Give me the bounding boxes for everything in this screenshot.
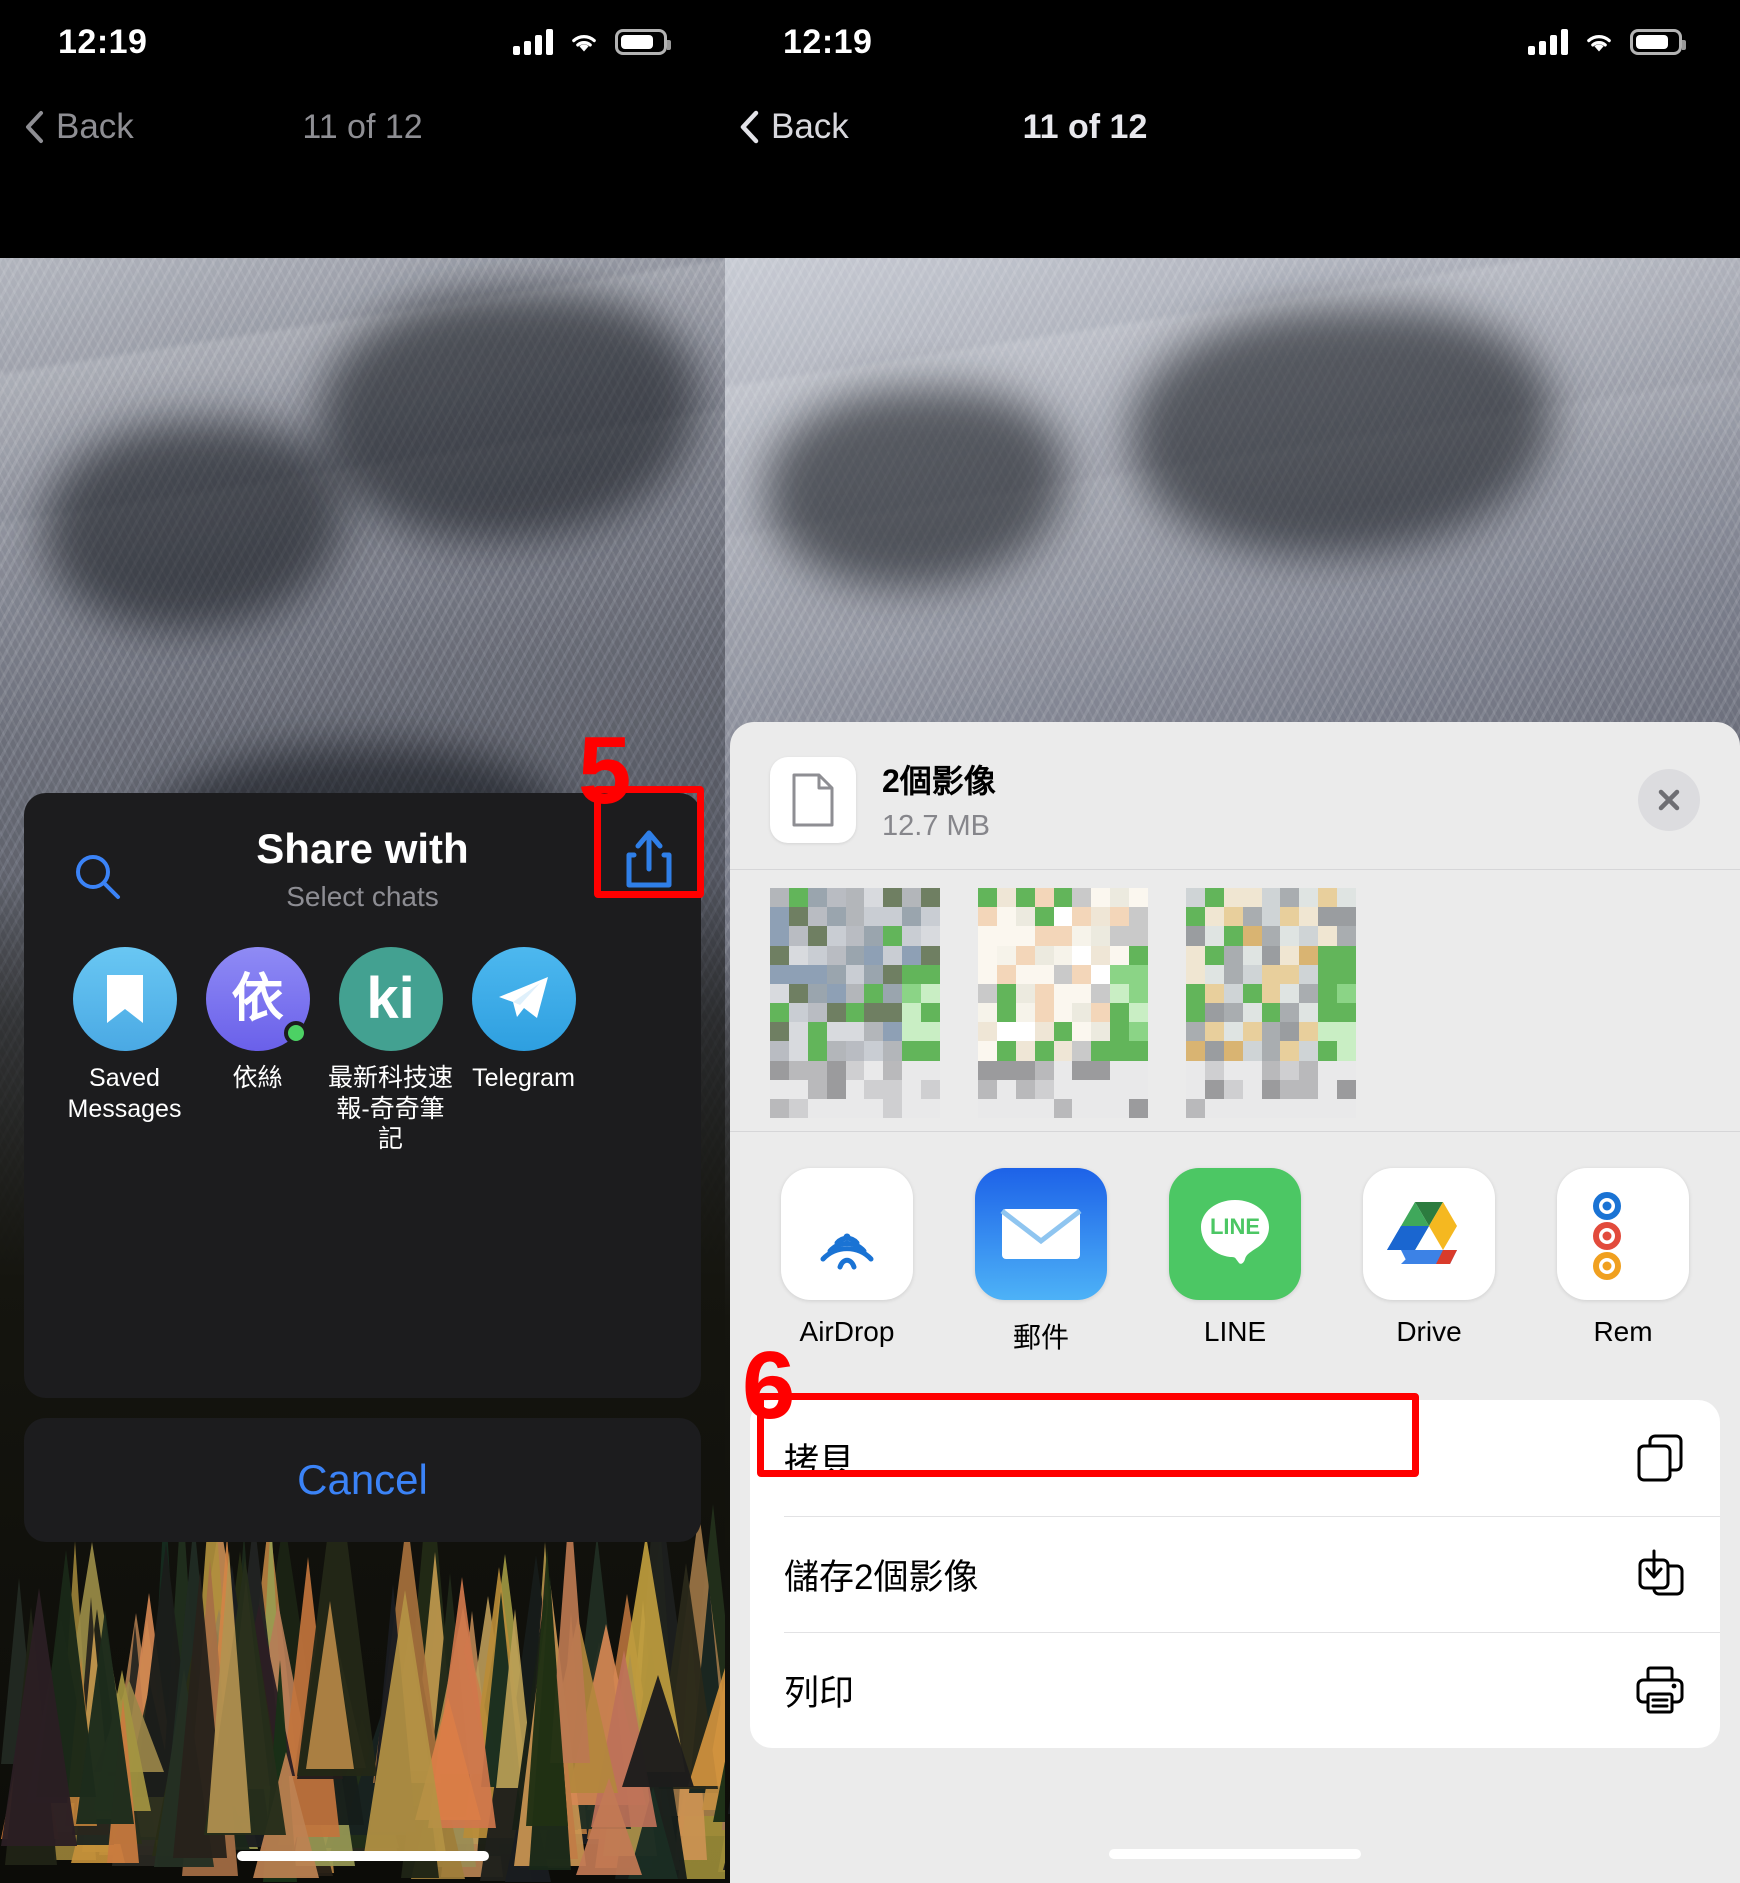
home-indicator (236, 1851, 489, 1861)
back-label: Back (56, 107, 134, 146)
nav-bar-left: Back 11 of 12 (0, 84, 725, 170)
page-indicator: 11 of 12 (302, 107, 423, 146)
list-item[interactable] (978, 888, 1148, 1118)
action-label: 列印 (784, 1673, 855, 1713)
telegram-share-sheet: Share with Select chats Saved Messages 依… (24, 793, 701, 1398)
svg-text:LINE: LINE (1210, 1214, 1260, 1239)
line-icon: LINE (1169, 1168, 1301, 1300)
avatar-initial: ki (366, 966, 415, 1031)
chat-item-yisi[interactable]: 依 依絲 (191, 947, 324, 1155)
status-indicators (513, 29, 671, 55)
online-indicator (283, 1021, 308, 1045)
document-icon (770, 756, 856, 843)
search-input[interactable] (70, 849, 126, 905)
close-button[interactable] (1638, 768, 1700, 831)
back-label: Back (771, 107, 849, 146)
app-airdrop[interactable]: AirDrop (770, 1168, 924, 1356)
battery-icon (1630, 29, 1686, 55)
thumbnail-strip (730, 869, 1740, 1131)
chat-label: Saved Messages (67, 1064, 182, 1123)
chat-label: 最新科技速報-奇奇筆記 (327, 1064, 453, 1153)
file-info: 2個影像 12.7 MB (882, 756, 996, 843)
share-up-icon (626, 830, 672, 888)
status-bar-left: 12:19 (0, 0, 725, 84)
app-label: Drive (1396, 1316, 1462, 1347)
file-name: 2個影像 (882, 763, 996, 799)
action-label: 儲存2個影像 (784, 1557, 979, 1597)
list-item[interactable] (770, 888, 940, 1118)
action-label: 拷貝 (784, 1441, 855, 1481)
telegram-plane-icon (498, 977, 548, 1018)
app-label: 郵件 (1012, 1322, 1069, 1353)
back-button[interactable]: Back (24, 107, 134, 147)
chat-item-telegram[interactable]: Telegram (457, 947, 590, 1155)
wifi-icon (567, 29, 601, 55)
app-label: LINE (1203, 1316, 1267, 1347)
app-label: AirDrop (799, 1316, 895, 1347)
app-reminders[interactable]: Rem (1546, 1168, 1700, 1356)
action-list: 拷貝 儲存2個影像 列印 (750, 1400, 1720, 1748)
google-drive-icon (1363, 1168, 1495, 1300)
share-sheet-header: 2個影像 12.7 MB (730, 722, 1740, 843)
avatar (471, 947, 576, 1051)
file-size: 12.7 MB (882, 810, 990, 842)
back-button[interactable]: Back (739, 107, 849, 147)
cancel-button[interactable]: Cancel (24, 1418, 701, 1542)
app-drive[interactable]: Drive (1352, 1168, 1506, 1356)
signal-bars-icon (513, 29, 553, 55)
avatar-initial: 依 (231, 970, 284, 1028)
status-bar-right: 12:19 (725, 0, 1740, 84)
app-line[interactable]: LINE LINE (1158, 1168, 1312, 1356)
status-time: 12:19 (783, 22, 873, 61)
chat-list: Saved Messages 依 依絲 ki 最新科技速報-奇奇筆記 Teleg… (24, 913, 701, 1155)
status-time: 12:19 (58, 22, 148, 61)
left-phone-screen: 12:19 Back 11 of 12 Share with Select ch… (0, 0, 725, 1883)
chat-label: Telegram (472, 1064, 575, 1092)
avatar: ki (338, 947, 443, 1051)
airdrop-icon (781, 1168, 913, 1300)
screenshot-root: 12:19 Back 11 of 12 Share with Select ch… (0, 0, 1740, 1883)
avatar: 依 (205, 947, 310, 1051)
chevron-left-icon (739, 110, 759, 144)
mail-icon (975, 1168, 1107, 1300)
app-row: AirDrop 郵件 LINE LINE Drive Rem (730, 1131, 1740, 1378)
chat-item-saved-messages[interactable]: Saved Messages (58, 947, 191, 1155)
chevron-left-icon (24, 110, 44, 144)
action-print[interactable]: 列印 (750, 1632, 1720, 1748)
action-save-images[interactable]: 儲存2個影像 (750, 1516, 1720, 1632)
page-indicator: 11 of 12 (1022, 107, 1148, 146)
list-item[interactable] (1186, 888, 1356, 1118)
chat-item-tech-news[interactable]: ki 最新科技速報-奇奇筆記 (324, 947, 457, 1155)
nav-bar-right: Back 11 of 12 (725, 84, 1740, 170)
home-indicator (1109, 1849, 1361, 1859)
status-indicators (1528, 29, 1686, 55)
ios-share-sheet: 2個影像 12.7 MB AirDrop 郵件 LINE LINE Drive … (730, 722, 1740, 1883)
wifi-icon (1582, 29, 1616, 55)
copy-icon (1634, 1432, 1686, 1484)
action-copy[interactable]: 拷貝 (750, 1400, 1720, 1516)
avatar (72, 947, 177, 1051)
chat-label: 依絲 (232, 1064, 283, 1092)
battery-icon (615, 29, 671, 55)
right-phone-screen: 12:19 Back 11 of 12 2個影像 12.7 MB AirDrop… (725, 0, 1740, 1883)
reminders-icon (1557, 1168, 1689, 1300)
app-mail[interactable]: 郵件 (964, 1168, 1118, 1356)
printer-icon (1634, 1664, 1686, 1716)
share-button[interactable] (604, 818, 694, 902)
save-to-photos-icon (1634, 1548, 1686, 1600)
signal-bars-icon (1528, 29, 1568, 55)
bookmark-icon (106, 975, 143, 1023)
app-label: Rem (1593, 1316, 1653, 1347)
close-icon (1658, 789, 1680, 810)
